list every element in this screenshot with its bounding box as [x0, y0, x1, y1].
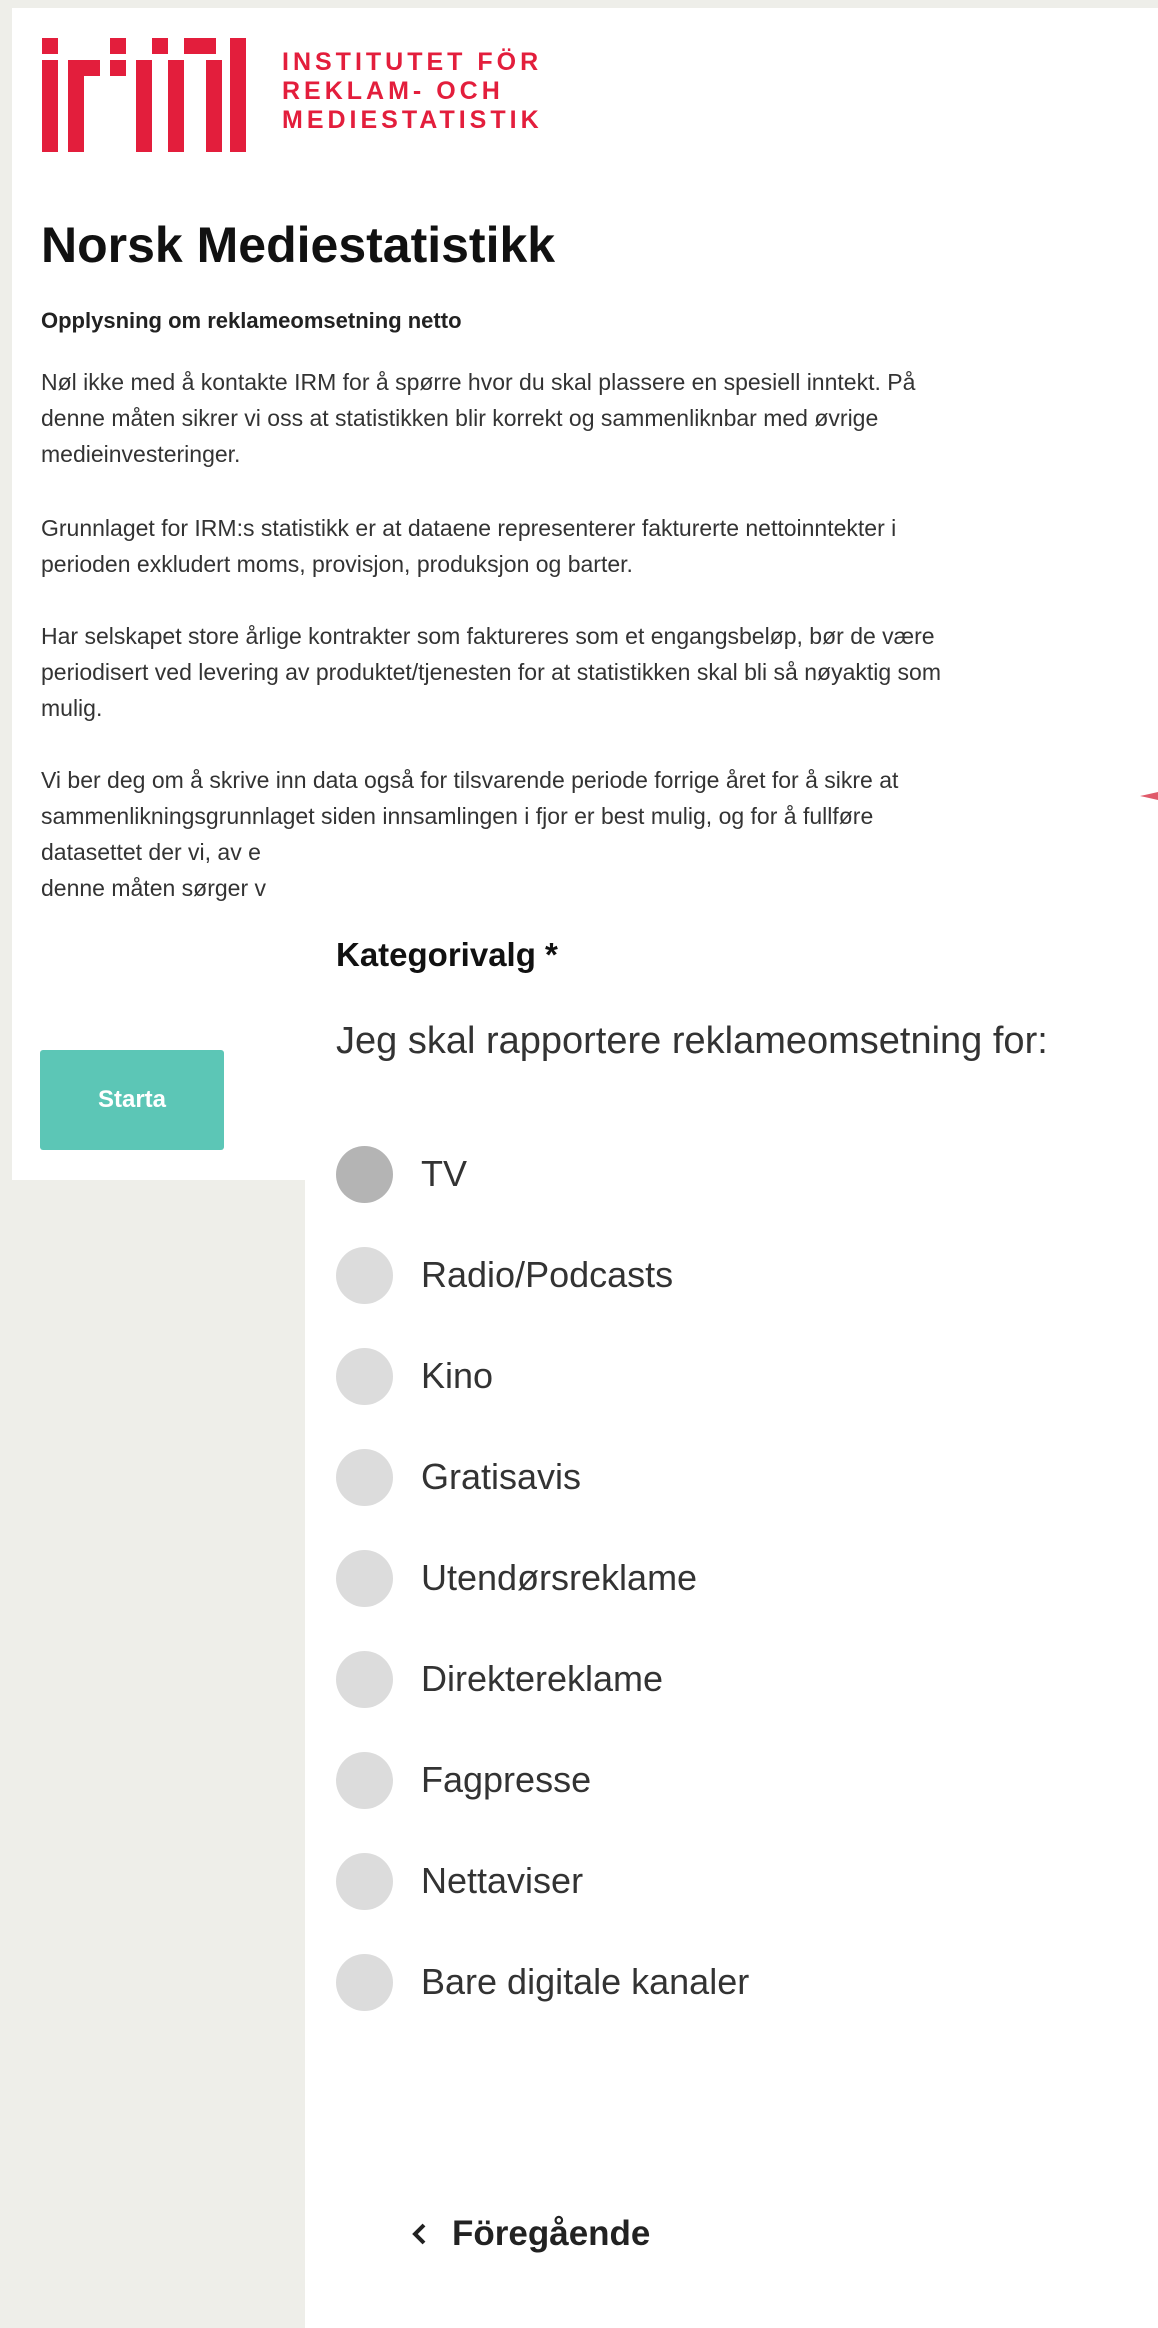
category-label: Kategorivalg * — [336, 936, 558, 973]
paragraph-line: perioden exkludert moms, provisjon, prod… — [41, 551, 633, 577]
logo-line-1: INSTITUTET FÖR — [282, 48, 543, 76]
start-button[interactable]: Starta — [40, 1050, 224, 1150]
paragraph-line: sammenlikningsgrunnlaget siden innsamlin… — [41, 803, 874, 829]
paragraph-line: Vi ber deg om å skrive inn data også for… — [41, 767, 899, 793]
radio-button[interactable] — [336, 1448, 393, 1506]
paragraph-line: datasettet der vi, av e — [41, 839, 261, 865]
intro-paragraph: Nøl ikke med å kontakte IRM for å spørre… — [41, 364, 1151, 472]
option-radio-podcasts[interactable]: Radio/Podcasts — [336, 1245, 1116, 1305]
intro-paragraph: Vi ber deg om å skrive inn data også for… — [41, 762, 1151, 906]
radio-button[interactable] — [336, 1953, 393, 2011]
option-gratisavis[interactable]: Gratisavis — [336, 1447, 1116, 1507]
option-label: Radio/Podcasts — [421, 1254, 674, 1295]
option-utendorsreklame[interactable]: Utendørsreklame — [336, 1548, 1116, 1608]
chevron-left-icon — [412, 2223, 426, 2245]
option-nettaviser[interactable]: Nettaviser — [336, 1851, 1116, 1911]
option-label: Kino — [421, 1355, 494, 1396]
logo-line-3: MEDIESTATISTIK — [282, 106, 543, 134]
option-label: TV — [421, 1153, 468, 1194]
category-question: Jeg skal rapportere reklameomsetning for… — [336, 1020, 1048, 1062]
intro-paragraph: Har selskapet store årlige kontrakter so… — [41, 618, 1151, 726]
paragraph-line: denne måten sikrer vi oss at statistikke… — [41, 405, 879, 431]
paragraph-line: Nøl ikke med å kontakte IRM for å spørre… — [41, 369, 916, 395]
option-bare-digitale-kanaler[interactable]: Bare digitale kanaler — [336, 1952, 1116, 2012]
paragraph-line: Grunnlaget for IRM:s statistikk er at da… — [41, 515, 897, 541]
radio-button[interactable] — [336, 1650, 393, 1708]
radio-button[interactable] — [336, 1549, 393, 1607]
option-label: Utendørsreklame — [421, 1557, 698, 1598]
previous-label: Föregående — [452, 2214, 651, 2253]
paragraph-line: Har selskapet store årlige kontrakter so… — [41, 623, 935, 649]
option-fagpresse[interactable]: Fagpresse — [336, 1750, 1116, 1810]
paragraph-line: mulig. — [41, 695, 103, 721]
radio-button[interactable] — [336, 1852, 393, 1910]
logo-line-2: REKLAM- OCH — [282, 77, 504, 105]
edge-mark-icon — [1140, 792, 1158, 800]
option-tv[interactable]: TV — [336, 1144, 1116, 1204]
category-panel: Kategorivalg * Jeg skal rapportere rekla… — [305, 906, 1158, 2328]
option-label: Bare digitale kanaler — [421, 1961, 750, 2002]
radio-button[interactable] — [336, 1347, 393, 1405]
option-kino[interactable]: Kino — [336, 1346, 1116, 1406]
paragraph-line: periodisert ved levering av produktet/tj… — [41, 659, 941, 685]
paragraph-line: denne måten sørger v — [41, 875, 267, 901]
intro-paragraph: Grunnlaget for IRM:s statistikk er at da… — [41, 510, 1151, 582]
option-label: Nettaviser — [421, 1860, 584, 1901]
page-title: Norsk Mediestatistikk — [41, 217, 556, 273]
previous-button[interactable]: Föregående — [410, 2214, 650, 2254]
option-direktereklame[interactable]: Direktereklame — [336, 1649, 1116, 1709]
option-label: Fagpresse — [421, 1759, 592, 1800]
logo-wordmark: INSTITUTET FÖR REKLAM- OCH MEDIESTATISTI… — [282, 48, 543, 135]
radio-button[interactable] — [336, 1751, 393, 1809]
radio-button[interactable] — [336, 1145, 393, 1203]
intro-subtitle: Opplysning om reklameomsetning netto — [41, 308, 462, 333]
option-label: Gratisavis — [421, 1456, 582, 1497]
radio-button[interactable] — [336, 1246, 393, 1304]
option-label: Direktereklame — [421, 1658, 664, 1699]
paragraph-line: medieinvesteringer. — [41, 441, 241, 467]
